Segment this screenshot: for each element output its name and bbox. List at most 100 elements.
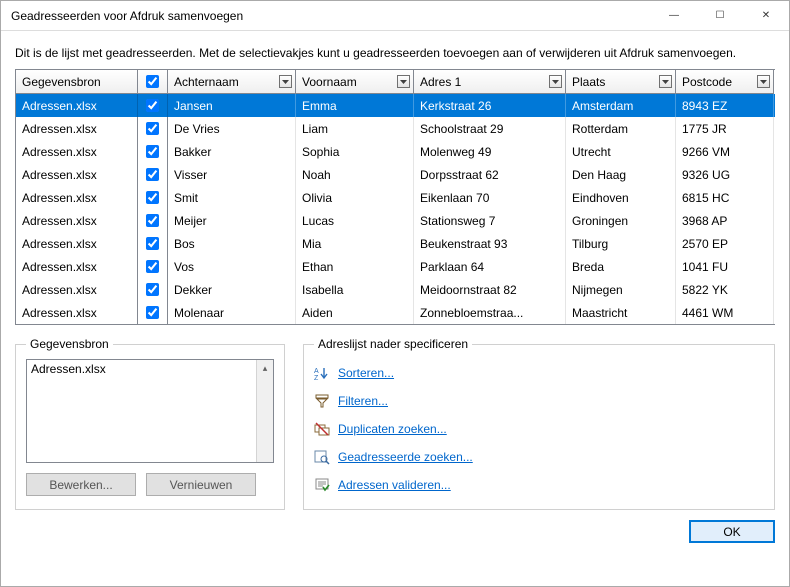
- cell-city: Tilburg: [566, 232, 676, 255]
- cell-post: 5822 YK: [676, 278, 774, 301]
- dropdown-icon[interactable]: [397, 75, 410, 88]
- minimize-button[interactable]: —: [651, 1, 697, 31]
- cell-city: Utrecht: [566, 140, 676, 163]
- cell-lastname: Vos: [168, 255, 296, 278]
- checkall-checkbox[interactable]: [146, 75, 159, 88]
- scroll-up-icon[interactable]: ▴: [257, 360, 273, 377]
- svg-text:Z: Z: [314, 375, 319, 381]
- cell-source: Adressen.xlsx: [16, 117, 138, 140]
- dropdown-icon[interactable]: [549, 75, 562, 88]
- col-checkall[interactable]: [138, 70, 168, 94]
- cell-source: Adressen.xlsx: [16, 301, 138, 324]
- table-row[interactable]: Adressen.xlsxBakkerSophiaMolenweg 49Utre…: [16, 140, 775, 163]
- validate-link[interactable]: Adressen valideren...: [338, 478, 451, 492]
- datasource-list[interactable]: Adressen.xlsx ▴: [26, 359, 274, 463]
- col-addr1[interactable]: Adres 1: [414, 70, 566, 94]
- cell-post: 9326 UG: [676, 163, 774, 186]
- refine-legend: Adreslijst nader specificeren: [314, 337, 472, 351]
- cell-lastname: Smit: [168, 186, 296, 209]
- cell-check[interactable]: [138, 278, 168, 301]
- row-checkbox[interactable]: [146, 283, 159, 296]
- cell-lastname: De Vries: [168, 117, 296, 140]
- refresh-button[interactable]: Vernieuwen: [146, 473, 256, 496]
- cell-source: Adressen.xlsx: [16, 94, 138, 117]
- table-row[interactable]: Adressen.xlsxDekkerIsabellaMeidoornstraa…: [16, 278, 775, 301]
- row-checkbox[interactable]: [146, 122, 159, 135]
- datasource-legend: Gegevensbron: [26, 337, 113, 351]
- cell-source: Adressen.xlsx: [16, 186, 138, 209]
- table-row[interactable]: Adressen.xlsxBosMiaBeukenstraat 93Tilbur…: [16, 232, 775, 255]
- cell-check[interactable]: [138, 163, 168, 186]
- edit-button[interactable]: Bewerken...: [26, 473, 136, 496]
- cell-check[interactable]: [138, 232, 168, 255]
- maximize-button[interactable]: ☐: [697, 1, 743, 31]
- cell-check[interactable]: [138, 255, 168, 278]
- filter-icon: [314, 393, 330, 409]
- cell-post: 6815 HC: [676, 186, 774, 209]
- cell-check[interactable]: [138, 186, 168, 209]
- col-source[interactable]: Gegevensbron: [16, 70, 138, 94]
- col-lastname[interactable]: Achternaam: [168, 70, 296, 94]
- titlebar: Geadresseerden voor Afdruk samenvoegen —…: [1, 1, 789, 31]
- cell-check[interactable]: [138, 140, 168, 163]
- ok-button[interactable]: OK: [689, 520, 775, 543]
- row-checkbox[interactable]: [146, 306, 159, 319]
- refine-panel: Adreslijst nader specificeren AZ Sortere…: [303, 337, 775, 510]
- cell-addr: Zonnebloemstraa...: [414, 301, 566, 324]
- cell-source: Adressen.xlsx: [16, 209, 138, 232]
- cell-firstname: Mia: [296, 232, 414, 255]
- find-recipient-link[interactable]: Geadresseerde zoeken...: [338, 450, 473, 464]
- window-title: Geadresseerden voor Afdruk samenvoegen: [11, 9, 651, 23]
- filter-link[interactable]: Filteren...: [338, 394, 388, 408]
- table-row[interactable]: Adressen.xlsxDe VriesLiamSchoolstraat 29…: [16, 117, 775, 140]
- col-postcode[interactable]: Postcode: [676, 70, 774, 94]
- cell-check[interactable]: [138, 117, 168, 140]
- intro-text: Dit is de lijst met geadresseerden. Met …: [15, 45, 775, 61]
- cell-lastname: Bos: [168, 232, 296, 255]
- duplicates-link[interactable]: Duplicaten zoeken...: [338, 422, 447, 436]
- row-checkbox[interactable]: [146, 214, 159, 227]
- table-row[interactable]: Adressen.xlsxMeijerLucasStationsweg 7Gro…: [16, 209, 775, 232]
- dropdown-icon[interactable]: [757, 75, 770, 88]
- cell-addr: Dorpsstraat 62: [414, 163, 566, 186]
- row-checkbox[interactable]: [146, 237, 159, 250]
- cell-firstname: Isabella: [296, 278, 414, 301]
- row-checkbox[interactable]: [146, 99, 159, 112]
- cell-city: Den Haag: [566, 163, 676, 186]
- cell-city: Maastricht: [566, 301, 676, 324]
- col-firstname[interactable]: Voornaam: [296, 70, 414, 94]
- datasource-item[interactable]: Adressen.xlsx: [31, 362, 106, 376]
- row-checkbox[interactable]: [146, 145, 159, 158]
- row-checkbox[interactable]: [146, 191, 159, 204]
- cell-addr: Eikenlaan 70: [414, 186, 566, 209]
- cell-check[interactable]: [138, 94, 168, 117]
- close-button[interactable]: ✕: [743, 1, 789, 31]
- cell-addr: Stationsweg 7: [414, 209, 566, 232]
- row-checkbox[interactable]: [146, 260, 159, 273]
- cell-source: Adressen.xlsx: [16, 140, 138, 163]
- cell-post: 4461 WM: [676, 301, 774, 324]
- table-row[interactable]: Adressen.xlsxVisserNoahDorpsstraat 62Den…: [16, 163, 775, 186]
- cell-addr: Molenweg 49: [414, 140, 566, 163]
- col-city[interactable]: Plaats: [566, 70, 676, 94]
- row-checkbox[interactable]: [146, 168, 159, 181]
- table-row[interactable]: Adressen.xlsxSmitOliviaEikenlaan 70Eindh…: [16, 186, 775, 209]
- dropdown-icon[interactable]: [279, 75, 292, 88]
- dropdown-icon[interactable]: [659, 75, 672, 88]
- sort-link[interactable]: Sorteren...: [338, 366, 394, 380]
- table-row[interactable]: Adressen.xlsxVosEthanParklaan 64Breda104…: [16, 255, 775, 278]
- cell-city: Rotterdam: [566, 117, 676, 140]
- cell-lastname: Visser: [168, 163, 296, 186]
- cell-check[interactable]: [138, 301, 168, 324]
- scrollbar[interactable]: ▴: [256, 360, 273, 462]
- cell-firstname: Olivia: [296, 186, 414, 209]
- cell-source: Adressen.xlsx: [16, 163, 138, 186]
- cell-post: 8943 EZ: [676, 94, 774, 117]
- cell-lastname: Dekker: [168, 278, 296, 301]
- table-row[interactable]: Adressen.xlsxMolenaarAidenZonnebloemstra…: [16, 301, 775, 324]
- cell-source: Adressen.xlsx: [16, 255, 138, 278]
- table-row[interactable]: Adressen.xlsxJansenEmmaKerkstraat 26Amst…: [16, 94, 775, 117]
- cell-firstname: Lucas: [296, 209, 414, 232]
- cell-check[interactable]: [138, 209, 168, 232]
- cell-lastname: Jansen: [168, 94, 296, 117]
